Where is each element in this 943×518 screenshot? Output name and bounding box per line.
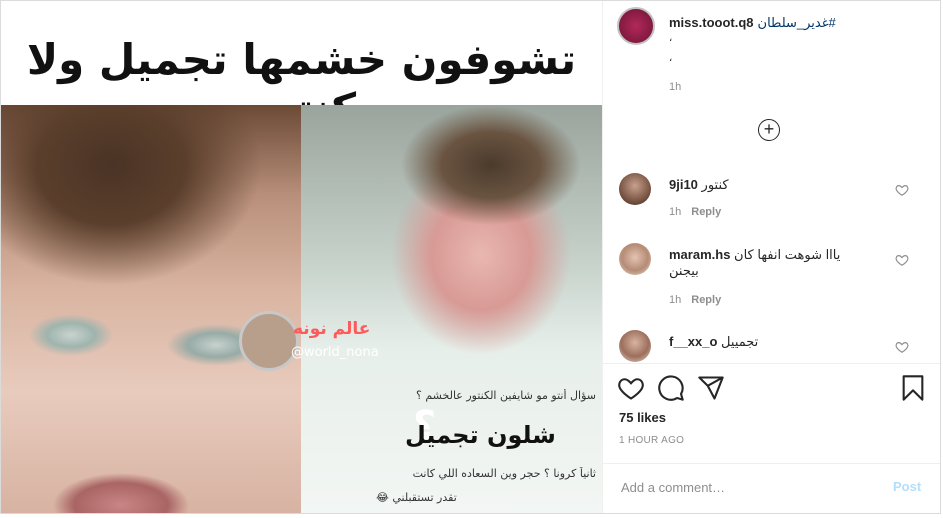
post-comment-button[interactable]: Post — [893, 479, 921, 494]
heart-icon[interactable] — [617, 374, 645, 402]
caption-line-3: ، — [669, 53, 673, 64]
reply-button[interactable]: Reply — [691, 206, 721, 218]
comment-text: كنتور — [701, 177, 729, 192]
comment-text-cont: بيجنن — [669, 263, 699, 278]
image-question-line-3: تقدر تستقبلني 😂 — [376, 491, 457, 504]
post-timestamp[interactable]: 1 HOUR AGO — [619, 435, 684, 446]
comment-line: maram.hs يااا شوهت انفها كان — [669, 247, 840, 263]
comment-avatar[interactable] — [619, 243, 651, 275]
plus-circle-icon: + — [763, 119, 775, 139]
caption-time[interactable]: 1h — [669, 81, 681, 93]
comment-avatar[interactable] — [619, 173, 651, 205]
heart-icon[interactable] — [895, 253, 909, 267]
comment-text: تجمييل — [721, 334, 759, 349]
caption-line: miss.tooot.q8 #غدير_سلطان — [669, 15, 836, 31]
image-question-line-2: ثانياً كرونا ؟ حجر وين السعاده اللي كانت — [412, 467, 596, 480]
comment-avatar[interactable] — [619, 330, 651, 362]
comment-username[interactable]: maram.hs — [669, 247, 730, 262]
image-question-line: سؤال أنتو مو شايفين الكنتور عالخشم ؟ — [416, 389, 596, 402]
divider — [603, 363, 940, 364]
load-more-comments-button[interactable]: + — [758, 119, 780, 141]
share-icon[interactable] — [697, 374, 725, 402]
action-bar — [617, 374, 929, 404]
caption-avatar[interactable] — [617, 7, 655, 45]
bookmark-icon[interactable] — [899, 374, 927, 402]
comment-line: 9ji10 كنتور — [669, 177, 729, 193]
post-sidebar: miss.tooot.q8 #غدير_سلطان ، ، 1h + 9ji10 … — [602, 1, 940, 513]
comment-username[interactable]: 9ji10 — [669, 177, 698, 192]
heart-icon[interactable] — [895, 340, 909, 354]
comment-username[interactable]: f__xx_o — [669, 334, 717, 349]
add-comment-input[interactable] — [619, 479, 873, 496]
comment-time[interactable]: 1h — [669, 206, 681, 218]
photo-left-face — [1, 105, 301, 513]
comment-icon[interactable] — [657, 374, 685, 402]
watermark-name: عالم نونه — [293, 319, 371, 339]
image-headline-band: تشوفون خشمها تجميل ولا كنتور — [1, 1, 602, 133]
caption-username[interactable]: miss.tooot.q8 — [669, 15, 754, 30]
caption-line-2: ، — [669, 33, 673, 44]
comment-meta: 1h Reply — [669, 206, 721, 218]
comment-item: f__xx_o تجمييل — [617, 330, 937, 363]
reply-button[interactable]: Reply — [691, 294, 721, 306]
photo-right-face — [301, 105, 602, 513]
caption-hashtag[interactable]: #غدير_سلطان — [758, 15, 836, 30]
image-question-big: شلون تجميل — [405, 421, 556, 449]
watermark-handle: @world_nona — [291, 345, 379, 360]
heart-icon[interactable] — [895, 183, 909, 197]
comment-text: يااا شوهت انفها كان — [734, 247, 841, 262]
likes-count[interactable]: 75 likes — [619, 410, 666, 425]
comment-meta: 1h Reply — [669, 294, 721, 306]
post-dialog: تشوفون خشمها تجميل ولا كنتور عالم نونه @… — [0, 0, 941, 514]
post-image[interactable]: تشوفون خشمها تجميل ولا كنتور عالم نونه @… — [1, 1, 602, 513]
watermark-avatar — [239, 311, 299, 371]
divider — [603, 463, 940, 464]
comment-line: f__xx_o تجمييل — [669, 334, 758, 350]
comment-time[interactable]: 1h — [669, 294, 681, 306]
